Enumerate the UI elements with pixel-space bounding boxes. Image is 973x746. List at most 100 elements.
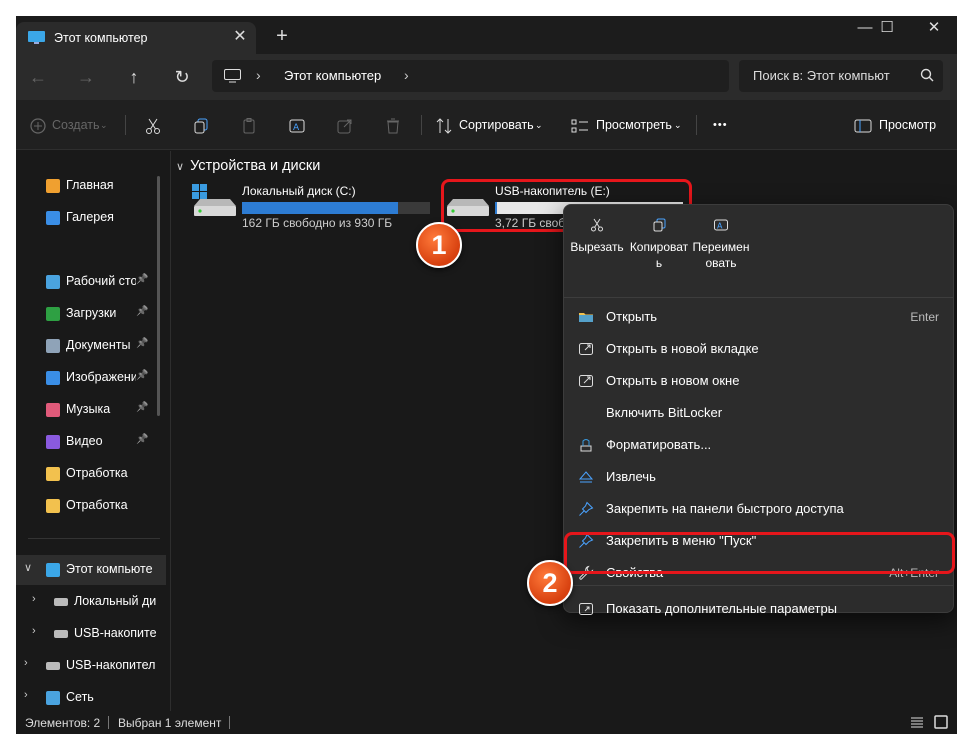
music-icon [46,403,60,417]
new-tab-button[interactable]: + [270,24,294,48]
menu-item[interactable]: Показать дополнительные параметры [568,593,949,625]
cut-icon[interactable] [143,116,163,136]
title-bar: Этот компьютер ✕ + — ☐ ✕ [16,16,957,54]
share-icon[interactable] [335,116,355,136]
computer-icon [46,563,60,577]
create-button[interactable]: Создать [52,113,100,137]
sidebar-item[interactable]: Документы 📌 [16,331,166,361]
menu-item[interactable]: Закрепить на панели быстрого доступа [568,493,949,525]
menu-item-label: Показать дополнительные параметры [606,601,838,616]
sidebar-item[interactable]: Рабочий сто 📌 [16,267,166,297]
desktop-icon [46,275,60,289]
divider [125,115,126,135]
sidebar-item[interactable]: Галерея [16,203,166,233]
pin-icon: 📌 [136,434,149,445]
maximize-button[interactable]: ☐ [864,16,910,42]
sidebar-item[interactable]: Изображени 📌 [16,363,166,393]
chevron-right-icon[interactable]: › [24,689,28,701]
cut-action[interactable]: Вырезать [566,215,628,275]
tree-item[interactable]: › Локальный ди [16,587,166,617]
menu-item[interactable]: Открыть в новой вкладке [568,333,949,365]
pin-icon: 📌 [136,370,149,381]
sidebar-item[interactable]: Музыка 📌 [16,395,166,425]
view-list-icon [571,119,588,133]
menu-item[interactable]: Открыть Enter [568,301,949,333]
selected-count: Выбран 1 элемент [118,716,222,730]
cut-icon [591,218,603,232]
command-bar: Создать ⌄ A Сортировать ⌄ Просмотреть ⌄ … [16,100,957,150]
sidebar-item[interactable]: Видео 📌 [16,427,166,457]
devices-group-header[interactable]: ∨ Устройства и диски [176,158,320,174]
step-marker-1: 1 [416,222,462,268]
menu-divider [564,585,953,586]
preview-button[interactable]: Просмотр [879,113,936,137]
sidebar-scrollbar[interactable] [157,176,160,416]
rename-icon: A [714,219,728,231]
documents-icon [46,339,60,353]
menu-item-label: Открыть [606,309,658,324]
tree-item-label: Локальный ди [74,594,157,608]
rename-action[interactable]: A Переименовать [690,215,752,275]
breadcrumb[interactable]: Этот компьютер [284,68,381,83]
menu-item[interactable]: Форматировать... [568,429,949,461]
view-button[interactable]: Просмотреть [596,113,672,137]
menu-item[interactable]: Открыть в новом окне [568,365,949,397]
copy-action[interactable]: Копировать [628,215,690,275]
forward-button[interactable]: → [74,65,98,89]
pane-divider[interactable] [170,151,171,711]
back-button[interactable]: ← [26,65,50,89]
menu-item-label: Открыть в новом окне [606,373,740,388]
drive-usage-bar [242,202,430,214]
chevron-down-icon: ⌄ [535,120,543,130]
close-window-button[interactable]: ✕ [911,16,957,42]
rename-icon[interactable]: A [287,116,307,136]
tab-close-icon[interactable]: ✕ [229,26,251,48]
tree-item[interactable]: ∨ Этот компьюте [16,555,166,585]
chevron-right-icon[interactable]: › [32,625,36,637]
delete-icon[interactable] [383,116,403,136]
menu-item-label: Форматировать... [606,437,712,452]
chevron-down-icon[interactable]: ∨ [24,561,32,574]
up-button[interactable]: ↑ [122,65,146,89]
paste-icon[interactable] [239,116,259,136]
divider [421,115,422,135]
tree-item[interactable]: › USB-накопител [16,651,166,681]
chevron-right-icon[interactable]: › [32,593,36,605]
more-options-button[interactable]: ••• [713,113,728,137]
items-count: Элементов: 2 [25,716,101,730]
windows-drive-icon [192,184,236,216]
plus-circle-icon [30,118,46,134]
menu-item[interactable]: Извлечь [568,461,949,493]
refresh-button[interactable]: ↻ [170,65,194,89]
drive-c[interactable]: Локальный диск (C:) 162 ГБ свободно из 9… [192,184,432,234]
tab-this-pc[interactable]: Этот компьютер ✕ [16,22,256,54]
search-icon [920,68,934,82]
pictures-icon [46,371,60,385]
copy-icon[interactable] [191,116,211,136]
copy-label: Копировать [629,240,689,270]
chevron-right-icon[interactable]: › [404,67,409,83]
chevron-down-icon: ⌄ [100,120,108,130]
sidebar-item[interactable]: Загрузки 📌 [16,299,166,329]
address-bar[interactable]: › Этот компьютер › [212,60,729,92]
search-box[interactable]: Поиск в: Этот компьют [739,60,943,92]
sidebar-item-label: Рабочий сто [66,274,136,288]
sort-button[interactable]: Сортировать [459,113,534,137]
tiles-view-icon[interactable] [934,715,948,729]
tree-item[interactable]: › USB-накопите [16,619,166,649]
menu-item-label: Извлечь [606,469,656,484]
pin-icon: 📌 [136,306,149,317]
menu-item[interactable]: Включить BitLocker [568,397,949,429]
network-icon [46,691,60,705]
chevron-right-icon[interactable]: › [24,657,28,669]
sidebar-item[interactable]: Отработка [16,459,166,489]
step-marker-2: 2 [527,560,573,606]
sidebar-item-label: Документы [66,338,131,352]
tree-item[interactable]: › Сеть [16,683,166,713]
drive-usage-fill [242,202,399,214]
details-view-icon[interactable] [910,715,924,729]
sidebar-item[interactable]: Отработка [16,491,166,521]
home-icon [46,179,60,193]
search-input[interactable]: Поиск в: Этот компьют [753,68,890,83]
sidebar-item[interactable]: Главная [16,171,166,201]
